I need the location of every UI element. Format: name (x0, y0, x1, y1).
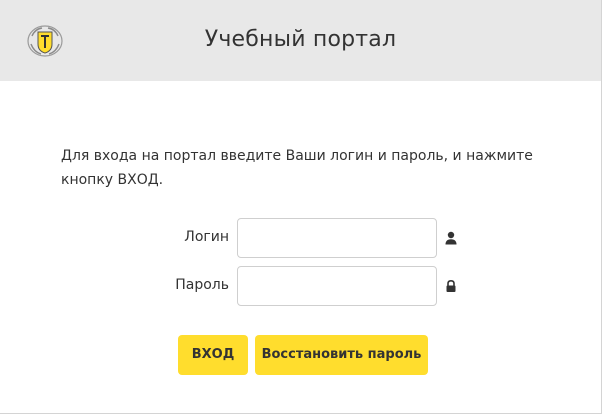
lock-icon (446, 279, 456, 292)
page-header: Учебный портал (0, 0, 601, 81)
instructions-text: Для входа на портал введите Ваши логин и… (61, 148, 533, 188)
login-page: Учебный портал Для входа на портал введи… (0, 0, 602, 414)
password-input[interactable] (237, 266, 437, 306)
login-button[interactable]: ВХОД (178, 335, 248, 375)
page-title: Учебный портал (204, 27, 397, 52)
user-icon (445, 231, 457, 245)
login-row: Логин (0, 218, 601, 258)
password-row: Пароль (0, 266, 601, 306)
login-input[interactable] (237, 218, 437, 258)
login-label: Логин (184, 229, 229, 245)
restore-password-button[interactable]: Восстановить пароль (255, 335, 428, 375)
password-label: Пароль (175, 277, 229, 293)
